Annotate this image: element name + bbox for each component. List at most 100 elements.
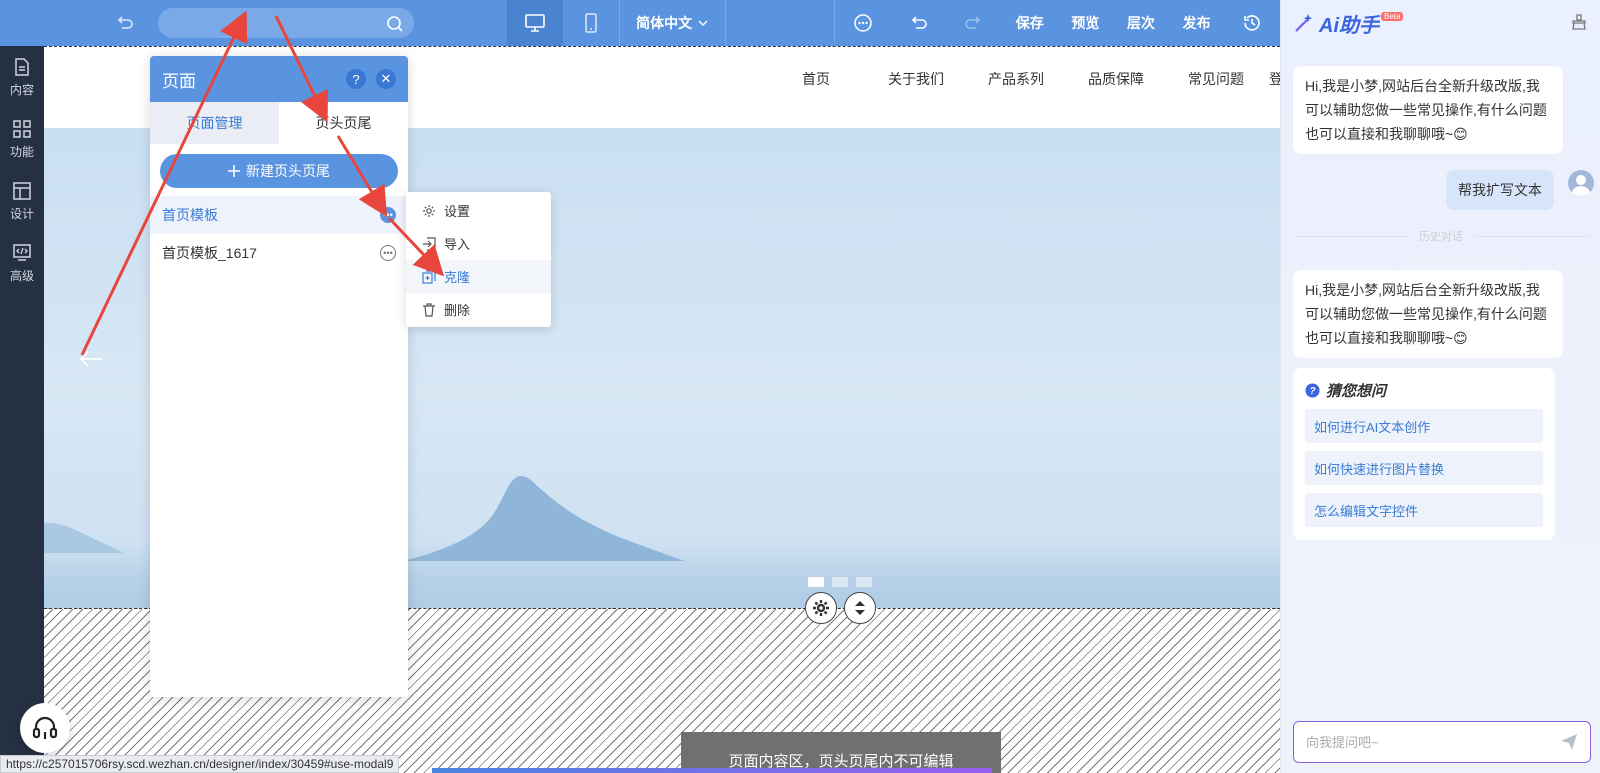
ai-chat-input[interactable] (1293, 721, 1591, 763)
menu-item-import[interactable]: 导入 (406, 227, 551, 260)
site-nav: 首页 关于我们 产品系列 品质保障 常见问题 登 (766, 69, 1280, 89)
menu-item-label: 删除 (444, 303, 471, 318)
suggestion-item[interactable]: 怎么编辑文字控件 (1305, 493, 1543, 527)
nav-item-home[interactable]: 首页 (766, 69, 866, 89)
panel-tabs: 页面管理 页头页尾 (150, 102, 408, 144)
undo-button[interactable] (891, 0, 947, 46)
slide-indicators (808, 577, 872, 587)
sidebar-item-content[interactable]: 内容 (0, 46, 44, 108)
slide-dot[interactable] (856, 577, 872, 587)
desktop-view-button[interactable] (507, 0, 563, 46)
status-bar-url: https://c257015706rsy.scd.wezhan.cn/desi… (0, 755, 400, 773)
close-button[interactable]: ✕ (376, 69, 396, 89)
menu-item-settings[interactable]: 设置 (406, 194, 551, 227)
help-button[interactable]: ? (346, 69, 366, 89)
language-select[interactable]: 简体中文 (620, 0, 725, 46)
mobile-view-button[interactable] (563, 0, 619, 46)
section-settings-button[interactable] (805, 592, 837, 624)
new-button-label: 新建页头页尾 (246, 163, 330, 179)
toolbar-divider (724, 0, 726, 46)
suggestion-item[interactable]: 如何快速进行图片替换 (1305, 451, 1543, 485)
chevron-down-icon (698, 20, 708, 27)
user-icon (1571, 175, 1591, 196)
undo-icon (912, 16, 928, 29)
more-icon[interactable]: ••• (380, 207, 396, 223)
sidebar-item-label: 高级 (9, 268, 34, 283)
content-area-note: 页面内容区，页头页尾内不可编辑 (681, 732, 1001, 773)
grid-icon (13, 119, 31, 138)
layout-icon (13, 181, 31, 200)
clear-chat-button[interactable] (1570, 13, 1588, 34)
menu-item-label: 克隆 (444, 270, 471, 285)
template-name: 首页模板_1617 (162, 245, 257, 261)
menu-item-clone[interactable]: 克隆 (406, 260, 551, 293)
arrow-left-icon[interactable] (78, 344, 104, 376)
slide-dot[interactable] (808, 577, 824, 587)
menu-item-label: 导入 (444, 237, 471, 252)
layers-button[interactable]: 层次 (1113, 0, 1169, 46)
top-toolbar: 简体中文 保存 预览 层次 发布 (0, 0, 1280, 46)
more-icon[interactable]: ••• (380, 245, 396, 261)
page-panel: 页面 ? ✕ 页面管理 页头页尾 新建页头页尾 首页模板 ••• 首页模板_16… (150, 56, 408, 697)
template-item[interactable]: 首页模板 ••• (150, 196, 408, 234)
menu-item-label: 设置 (444, 204, 471, 219)
redo-icon (965, 16, 981, 29)
undo-icon (117, 16, 133, 29)
redo-button[interactable] (946, 0, 1002, 46)
tab-header-footer[interactable]: 页头页尾 (279, 102, 408, 144)
nav-item-quality[interactable]: 品质保障 (1066, 69, 1166, 89)
ai-sparkle-icon (1295, 14, 1313, 32)
gear-icon (423, 204, 435, 217)
chat-input-field[interactable] (1306, 734, 1560, 750)
slide-dot[interactable] (832, 577, 848, 587)
sidebar-item-label: 内容 (9, 82, 34, 97)
new-header-footer-button[interactable]: 新建页头页尾 (160, 154, 398, 188)
nav-item-products[interactable]: 产品系列 (966, 69, 1066, 89)
section-resize-button[interactable] (844, 592, 876, 624)
history-label: 历史对话 (1419, 231, 1463, 243)
question-icon: ? (1305, 383, 1320, 398)
save-button[interactable]: 保存 (1002, 0, 1058, 46)
code-icon (13, 243, 31, 261)
nav-item-about[interactable]: 关于我们 (866, 69, 966, 89)
import-icon (423, 236, 436, 251)
sidebar-item-functions[interactable]: 功能 (0, 108, 44, 170)
suggestion-item[interactable]: 如何进行AI文本创作 (1305, 409, 1543, 443)
history-button[interactable] (1224, 0, 1280, 46)
trash-icon (423, 302, 435, 317)
sidebar-item-advanced[interactable]: 高级 (0, 232, 44, 294)
ai-message: Hi,我是小梦,网站后台全新升级改版,我可以辅助您做一些常见操作,有什么问题也可… (1293, 270, 1563, 358)
clone-icon (422, 269, 436, 284)
undo-history-button[interactable] (96, 0, 152, 46)
preview-button[interactable]: 预览 (1058, 0, 1114, 46)
ai-header: Ai助手 Beta (1281, 0, 1600, 46)
gear-icon (813, 600, 829, 616)
template-name: 首页模板 (162, 207, 218, 223)
panel-header: 页面 ? ✕ (150, 56, 408, 102)
nav-item-more[interactable]: 登 (1266, 69, 1280, 89)
panel-title: 页面 (162, 71, 196, 91)
nav-item-faq[interactable]: 常见问题 (1166, 69, 1266, 89)
suggested-questions: ? 猜您想问 如何进行AI文本创作 如何快速进行图片替换 怎么编辑文字控件 (1293, 368, 1555, 540)
broom-icon (1572, 13, 1586, 30)
mobile-icon (584, 13, 597, 33)
tab-page-management[interactable]: 页面管理 (150, 102, 279, 144)
up-down-icon (855, 601, 865, 615)
avatar (1568, 170, 1594, 196)
file-icon (15, 57, 29, 76)
island-image (404, 475, 684, 561)
user-message: 帮我扩写文本 (1446, 170, 1554, 210)
search-input[interactable] (157, 8, 414, 38)
template-item[interactable]: 首页模板_1617 ••• (150, 234, 408, 272)
send-icon[interactable] (1560, 733, 1578, 751)
beta-badge: Beta (1381, 11, 1404, 21)
ai-message: Hi,我是小梦,网站后台全新升级改版,我可以辅助您做一些常见操作,有什么问题也可… (1293, 66, 1563, 154)
more-options-button[interactable] (835, 0, 891, 46)
publish-button[interactable]: 发布 (1169, 0, 1225, 46)
svg-text:?: ? (1309, 386, 1315, 397)
sidebar-item-label: 功能 (9, 144, 34, 159)
menu-item-delete[interactable]: 删除 (406, 293, 551, 326)
ai-title: Ai助手 (1319, 14, 1379, 37)
customer-support-button[interactable] (20, 703, 70, 753)
sidebar-item-design[interactable]: 设计 (0, 170, 44, 232)
